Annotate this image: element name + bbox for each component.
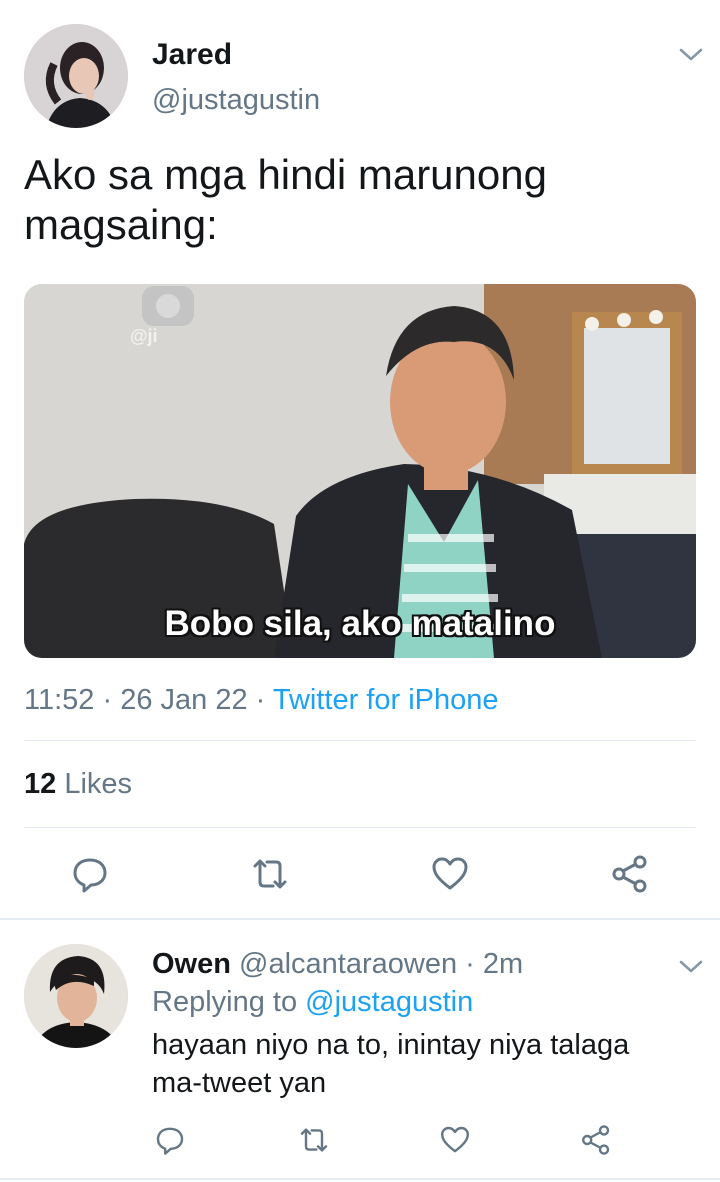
reply-header: Owen @alcantaraowen · 2m xyxy=(152,948,523,981)
heart-icon xyxy=(441,1126,469,1153)
replying-to-handle[interactable]: @justagustin xyxy=(305,986,473,1018)
share-icon xyxy=(612,855,647,893)
author-name[interactable]: Jared xyxy=(152,38,232,72)
tweet-text-line: magsaing: xyxy=(24,201,218,248)
reply-author-handle[interactable]: @alcantaraowen xyxy=(239,948,457,980)
tweet-meta: 11:52 · 26 Jan 22 · Twitter for iPhone xyxy=(24,684,499,717)
reply-icon xyxy=(156,1127,184,1155)
meta-separator: · xyxy=(255,684,273,716)
meta-separator: · xyxy=(465,948,475,980)
media-caption: Bobo sila, ako matalino xyxy=(164,604,556,643)
likes-label: Likes xyxy=(64,768,133,800)
tweet-date: 26 Jan 22 xyxy=(120,684,248,716)
chevron-down-icon[interactable] xyxy=(676,952,706,982)
reply-avatar[interactable] xyxy=(24,944,128,1048)
media-watermark: @ji xyxy=(130,326,158,346)
replying-to-label: Replying to xyxy=(152,986,298,1018)
reply-share-button[interactable] xyxy=(578,1122,614,1158)
section-divider xyxy=(0,918,720,920)
retweet-icon xyxy=(253,859,287,889)
likes-count: 12 xyxy=(24,768,57,800)
reply-retweet-button[interactable] xyxy=(296,1122,332,1158)
replying-to: Replying to @justagustin xyxy=(152,986,473,1019)
reply-icon xyxy=(73,858,107,893)
retweet-icon xyxy=(300,1128,328,1152)
reply-reply-button[interactable] xyxy=(152,1122,188,1158)
media-image xyxy=(24,284,696,658)
share-button[interactable] xyxy=(608,852,652,896)
reply-text-line: ma-tweet yan xyxy=(152,1067,327,1099)
like-button[interactable] xyxy=(428,852,472,896)
share-icon xyxy=(582,1125,610,1155)
chevron-down-icon[interactable] xyxy=(676,40,706,70)
likes-stat[interactable]: 12 Likes xyxy=(24,768,132,801)
author-avatar-image xyxy=(24,24,128,128)
tweet-text-line: Ako sa mga hindi marunong xyxy=(24,151,547,198)
tweet-media[interactable]: @ji Bobo sila, ako matalino xyxy=(24,284,696,658)
reply-avatar-image xyxy=(24,944,128,1048)
tweet-text: Ako sa mga hindi marunong magsaing: xyxy=(24,150,547,250)
section-divider xyxy=(0,1178,720,1180)
retweet-button[interactable] xyxy=(248,852,292,896)
reply-like-button[interactable] xyxy=(437,1122,473,1158)
tweet-time: 11:52 xyxy=(24,684,95,716)
reply-text-line: hayaan niyo na to, inintay niya talaga xyxy=(152,1029,630,1061)
author-handle[interactable]: @justagustin xyxy=(152,84,320,117)
tweet-source-link[interactable]: Twitter for iPhone xyxy=(273,684,499,716)
author-avatar[interactable] xyxy=(24,24,128,128)
reply-time: 2m xyxy=(482,948,524,980)
divider xyxy=(24,827,696,828)
meta-separator: · xyxy=(102,684,121,716)
reply-button[interactable] xyxy=(68,852,112,896)
reply-author-name[interactable]: Owen xyxy=(152,948,231,980)
divider xyxy=(24,740,696,741)
heart-icon xyxy=(432,857,468,890)
reply-text: hayaan niyo na to, inintay niya talaga m… xyxy=(152,1026,629,1102)
